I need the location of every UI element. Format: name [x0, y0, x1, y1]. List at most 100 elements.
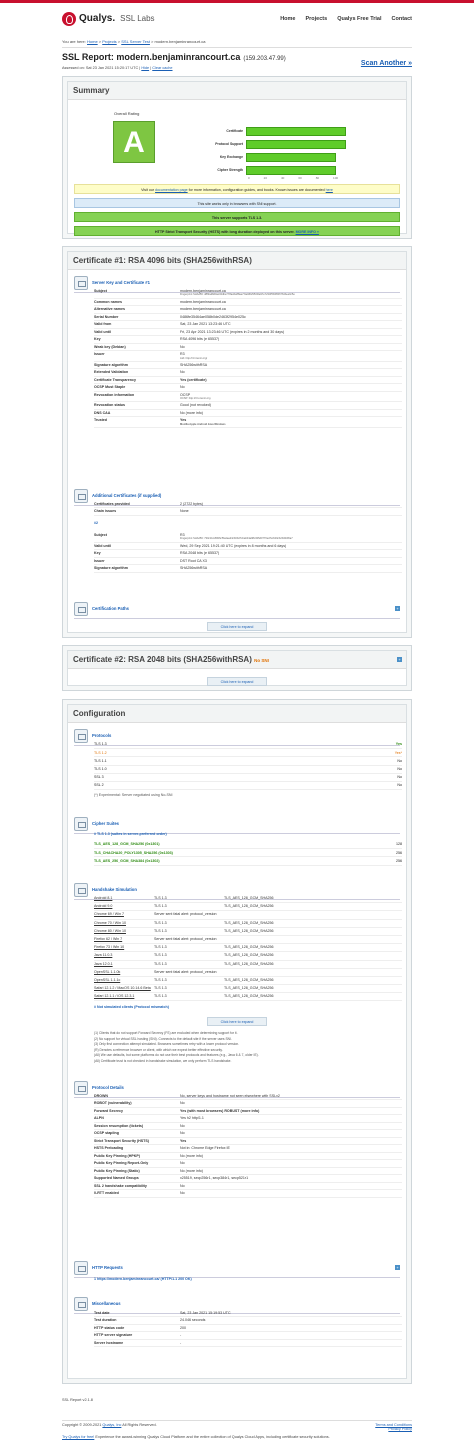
- table-row: Signature algorithm SHA256withRSA: [94, 565, 402, 573]
- row-key: Supported Named Groups: [94, 1176, 139, 1181]
- row-value: No: [180, 384, 402, 390]
- protocol-row: TLS 1.2 Yes*: [94, 749, 402, 758]
- client-link[interactable]: Safari 12.1.1 / iOS 12.3.1: [94, 993, 154, 999]
- main-nav: Home Projects Qualys Free Trial Contact: [280, 16, 412, 23]
- row-value-text: Sat, 23 Jan 2021 13:23:46 UTC: [180, 322, 231, 327]
- breadcrumb-home[interactable]: Home: [87, 39, 98, 44]
- cert1-expand-button[interactable]: Click here to expand: [207, 622, 267, 631]
- row-value-text: Good (not revoked): [180, 403, 211, 408]
- qualys-logo[interactable]: Qualys. SSL Labs: [62, 12, 155, 26]
- client-link[interactable]: Android 8.1: [94, 895, 154, 901]
- trial-text: Experience the award-winning Qualys Clou…: [95, 1435, 330, 1439]
- row-key: Certificate Transparency: [94, 377, 136, 382]
- row-value: Fri, 23 Apr 2021 13:23:46 UTC (expires i…: [180, 329, 402, 335]
- protocol-details-icon: [74, 1081, 88, 1095]
- table-row: Extended Validation No: [94, 369, 402, 377]
- handshake-suite: TLS_AES_128_GCM_SHA256: [224, 953, 274, 958]
- assessed-date: Assessed on: Sat 23 Jan 2021 15:20:17 UT…: [62, 65, 141, 70]
- client-link[interactable]: OpenSSL 1.1.1c: [94, 977, 154, 983]
- row-key: OCSP Must Staple: [94, 385, 126, 390]
- row-key: OCSP stapling: [94, 1131, 119, 1136]
- table-row: OCSP Must Staple No: [94, 384, 402, 392]
- server-key-title: Server Key and Certificate #1: [92, 280, 150, 286]
- nav-free-trial[interactable]: Qualys Free Trial: [337, 16, 381, 23]
- handshake-suite: TLS_AES_128_GCM_SHA256: [224, 920, 274, 925]
- handshake-row: OpenSSL 1.1.1c TLS 1.3 TLS_AES_128_GCM_SHA…: [94, 977, 402, 986]
- bar-protocol-support: Protocol Support: [208, 138, 346, 150]
- table-row: Certificates provided 2 (2722 bytes): [94, 501, 402, 509]
- client-link[interactable]: Chrome 80 / Win 10: [94, 928, 154, 934]
- row-value-text: Wed, 29 Sep 2021 19:21:40 UTC (expires i…: [180, 543, 287, 548]
- handshake-result: TLS 1.3: [154, 920, 167, 925]
- privacy-link[interactable]: Privacy Policy: [388, 1427, 412, 1431]
- report-version: SSL Report v2.1.8: [62, 1398, 93, 1402]
- expand-http-icon[interactable]: +: [395, 1265, 400, 1270]
- handshake-suite: TLS_AES_128_GCM_SHA256: [224, 977, 274, 982]
- nav-home[interactable]: Home: [280, 16, 295, 23]
- client-link[interactable]: OpenSSL 1.1.0k: [94, 969, 154, 975]
- table-row: HTTP server signature -: [94, 1332, 402, 1340]
- nav-contact[interactable]: Contact: [392, 16, 412, 23]
- clear-cache-link[interactable]: Clear cache: [152, 66, 172, 70]
- client-link[interactable]: Android 9.0: [94, 903, 154, 909]
- bar-fill: [246, 139, 346, 149]
- row-value-text: x25519, secp256r1, secp384r1, secp521r1: [180, 1176, 249, 1181]
- table-row: Weak key (Debian) No: [94, 344, 402, 352]
- cipher-icon: [74, 817, 88, 831]
- row-key: Weak key (Debian): [94, 344, 126, 349]
- client-link[interactable]: Safari 12.1.2 / MacOS 10.14.6 Beta: [94, 985, 154, 991]
- handshake-expand-button[interactable]: Click here to expand: [207, 1017, 267, 1026]
- misc-icon: [74, 1297, 88, 1311]
- row-key: HTTP status code: [94, 1325, 125, 1330]
- handshake-result: Server sent fatal alert: protocol_versio…: [154, 936, 217, 941]
- client-link[interactable]: Chrome 69 / Win 7: [94, 911, 154, 917]
- breadcrumb-projects[interactable]: Projects: [102, 39, 116, 44]
- overall-rating-label: Overall Rating: [114, 111, 140, 116]
- handshake-result: TLS 1.3: [154, 896, 167, 900]
- row-value-text: SHA256withRSA: [180, 566, 208, 571]
- trial-link[interactable]: Try Qualys for free!: [62, 1435, 94, 1439]
- row-value-text: -: [180, 1333, 182, 1338]
- row-value: No: [180, 1160, 402, 1166]
- handshake-suite: [224, 936, 402, 938]
- client-link[interactable]: Firefox 73 / Win 10: [94, 944, 154, 950]
- report-ip: (159.203.47.99): [243, 56, 286, 62]
- http-request-row[interactable]: 1 https://modern.benjaminrancourt.ca/ (H…: [94, 1277, 402, 1281]
- handshake-row: Safari 12.1.2 / MacOS 10.14.6 Beta TLS 1.…: [94, 985, 402, 994]
- known-issues-link[interactable]: here: [326, 188, 333, 192]
- nav-projects[interactable]: Projects: [305, 16, 327, 23]
- row-value: SHA256withRSA: [180, 362, 402, 368]
- handshake-row: OpenSSL 1.1.0k Server sent fatal alert: p…: [94, 969, 402, 977]
- table-row: Revocation status Good (not revoked): [94, 402, 402, 410]
- client-link[interactable]: Chrome 70 / Win 10: [94, 920, 154, 926]
- expand-paths-icon[interactable]: +: [395, 606, 400, 611]
- hsts-more-info-link[interactable]: MORE INFO »: [296, 230, 319, 234]
- http-requests-section: HTTP Requests +: [74, 1261, 400, 1278]
- summary-panel: Summary Overall Rating A Certificate Pro…: [62, 76, 412, 239]
- client-link[interactable]: Firefox 62 / Win 7: [94, 936, 154, 942]
- expand-cert2-icon[interactable]: +: [397, 657, 402, 662]
- scan-another-link[interactable]: Scan Another »: [361, 60, 412, 69]
- cert2-expand-button[interactable]: Click here to expand: [207, 677, 267, 686]
- protocol-value: Yes*: [394, 750, 402, 755]
- hide-link[interactable]: Hide: [141, 66, 149, 70]
- protocol-row: TLS 1.0 No: [94, 766, 402, 774]
- row-value-text: No (more info): [180, 1168, 203, 1173]
- table-row: Chain issues None: [94, 508, 402, 516]
- table-row: Valid from Sat, 23 Jan 2021 13:23:46 UTC: [94, 321, 402, 329]
- client-link[interactable]: Java 11.0.3: [94, 952, 154, 958]
- protocol-note: (*) Experimental: Server negotiated usin…: [94, 793, 173, 797]
- report-title: SSL Report: modern.benjaminrancourt.ca (…: [62, 52, 412, 64]
- row-value-text: Yes: [180, 418, 187, 423]
- protocol-row: SSL 2 No: [94, 782, 402, 791]
- bar-label: Cipher Strength: [217, 167, 243, 172]
- row-value: Yes: [180, 1138, 402, 1144]
- handshake-row: Firefox 73 / Win 10 TLS 1.3 TLS_AES_128_GC…: [94, 944, 402, 953]
- row-key: Signature algorithm: [94, 362, 128, 367]
- documentation-link[interactable]: documentation page: [155, 188, 188, 192]
- cert-paths-section[interactable]: Certification Paths +: [74, 602, 400, 619]
- handshake-note: (2) No support for virtual SSL hosting (…: [94, 1036, 232, 1041]
- breadcrumb-ssl-test[interactable]: SSL Server Test: [121, 39, 150, 44]
- row-key: Alternative names: [94, 307, 125, 312]
- client-link[interactable]: Java 12.0.1: [94, 961, 154, 967]
